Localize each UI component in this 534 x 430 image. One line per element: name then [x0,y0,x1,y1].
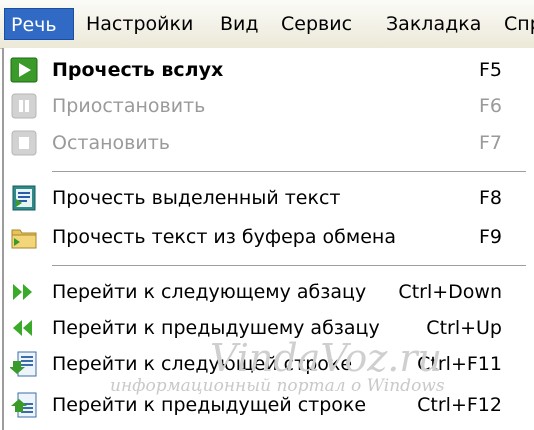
menu-speech[interactable]: Речь [4,8,74,40]
menu-item-label: Приостановить [52,95,206,117]
previous-paragraph-icon [10,315,38,341]
pause-icon [10,93,38,119]
menu-item-label: Перейти к предыдущей строке [52,394,367,416]
menu-item-shortcut: F5 [478,59,502,81]
menu-item-next-paragraph[interactable]: Перейти к следующему абзацу Ctrl+Down [2,275,534,309]
menu-item-read-selection[interactable]: Прочесть выделенный текст F8 [2,181,534,215]
menu-help[interactable]: Спр [498,8,534,40]
menu-item-read-aloud[interactable]: Прочесть вслух F5 [2,53,534,87]
next-line-icon [9,351,38,377]
menu-separator [52,265,526,267]
menu-service[interactable]: Сервис [275,8,358,40]
menu-bar: Речь Настройки Вид Сервис Закладка Спр [0,0,534,49]
menu-item-shortcut: F6 [478,95,502,117]
menu-item-shortcut: Ctrl+F11 [417,353,502,375]
menu-item-shortcut: Ctrl+F12 [417,394,502,416]
menu-item-stop: Остановить F7 [2,126,534,160]
menu-item-shortcut: F9 [478,226,502,248]
menu-item-shortcut: Ctrl+Down [398,281,502,303]
play-icon [10,57,38,83]
menu-settings[interactable]: Настройки [80,8,199,40]
menu-item-label: Перейти к следующему абзацу [52,281,367,303]
menu-view[interactable]: Вид [214,8,265,40]
menu-item-label: Прочесть текст из буфера обмена [52,226,396,248]
menu-item-read-clipboard[interactable]: Прочесть текст из буфера обмена F9 [2,220,534,254]
menu-separator [52,171,526,173]
stop-icon [10,130,38,156]
menu-item-label: Перейти к следующей строке [52,353,353,375]
menu-item-label: Перейти к предыдушему абзацу [52,317,380,339]
menu-item-previous-paragraph[interactable]: Перейти к предыдушему абзацу Ctrl+Up [2,311,534,345]
menu-item-next-line[interactable]: Перейти к следующей строке Ctrl+F11 [2,347,534,381]
menu-item-shortcut: Ctrl+Up [426,317,502,339]
menu-item-pause: Приостановить F6 [2,89,534,123]
read-selection-icon [10,185,38,211]
menu-item-shortcut: F7 [478,132,502,154]
speech-dropdown-menu: Прочесть вслух F5 Приостановить F6 Остан… [2,48,534,430]
menu-item-previous-line[interactable]: Перейти к предыдущей строке Ctrl+F12 [2,388,534,422]
menu-item-label: Прочесть выделенный текст [52,187,341,209]
next-paragraph-icon [10,279,38,305]
previous-line-icon [10,392,38,418]
menu-bookmark[interactable]: Закладка [380,8,487,40]
menu-item-label: Остановить [52,132,170,154]
clipboard-folder-icon [10,224,38,250]
menu-item-label: Прочесть вслух [52,59,224,81]
menu-item-shortcut: F8 [478,187,502,209]
